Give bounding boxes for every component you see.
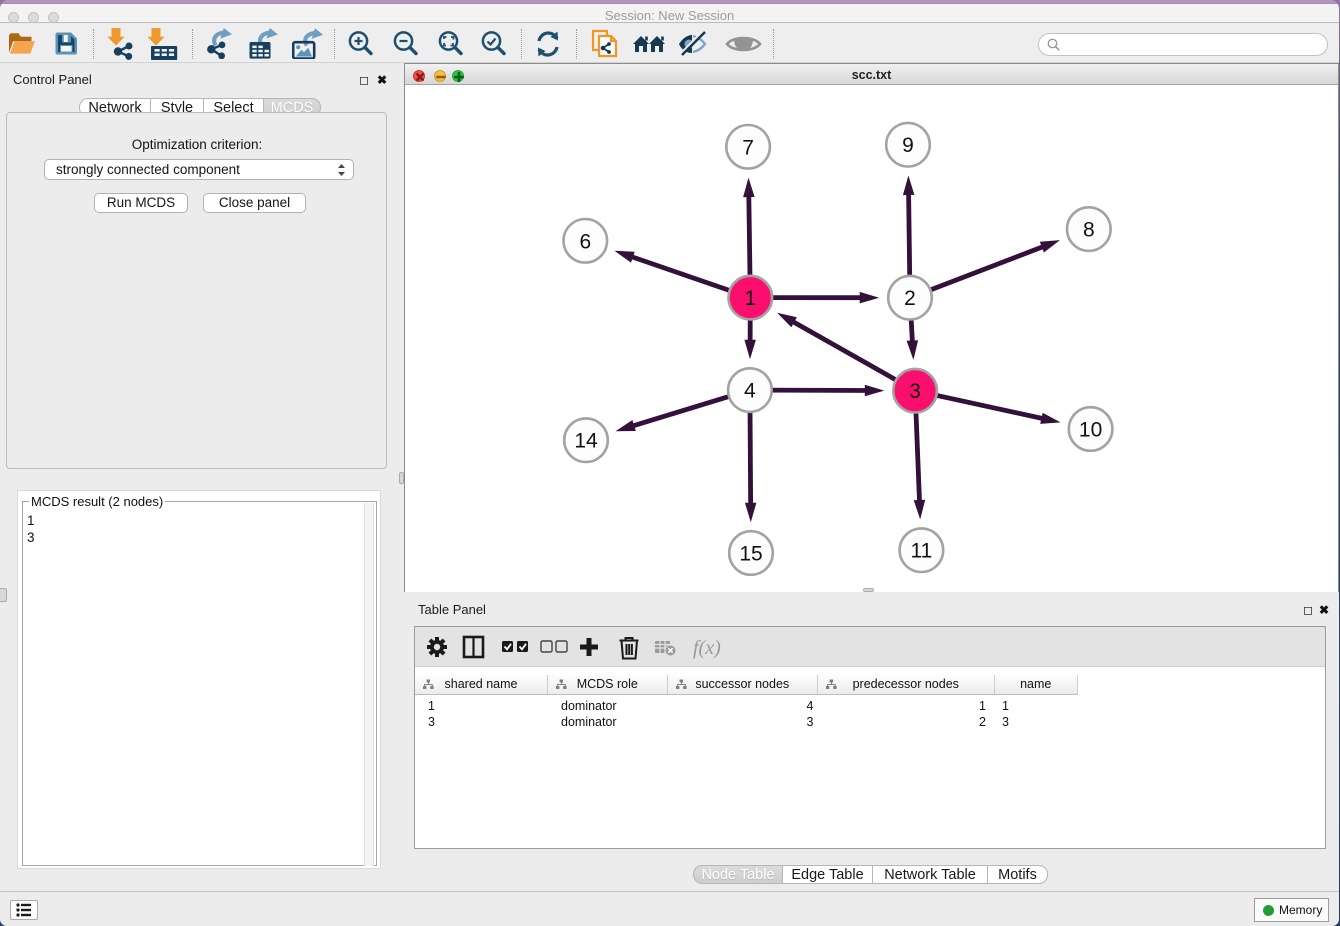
svg-text:8: 8 (1083, 219, 1095, 242)
svg-text:3: 3 (909, 380, 921, 403)
svg-text:11: 11 (910, 540, 932, 563)
svg-text:f(x): f(x) (693, 637, 721, 659)
svg-text:9: 9 (902, 134, 914, 157)
svg-text:2: 2 (904, 287, 916, 310)
svg-text:7: 7 (742, 136, 754, 159)
svg-text:4: 4 (744, 380, 756, 403)
svg-text:10: 10 (1079, 419, 1102, 442)
svg-text:15: 15 (739, 543, 762, 566)
svg-text:1: 1 (744, 287, 756, 310)
svg-text:14: 14 (574, 430, 598, 453)
svg-text:6: 6 (579, 230, 591, 253)
